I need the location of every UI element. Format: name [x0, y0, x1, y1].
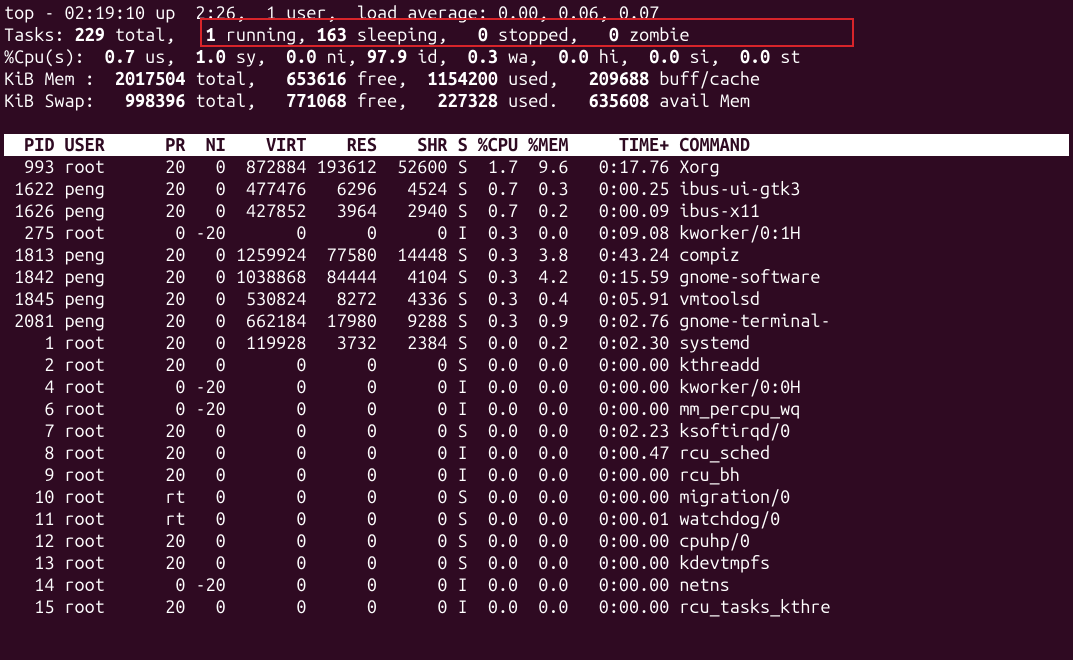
summary-tasks: Tasks: 229 total, 1 running, 163 sleepin…: [4, 24, 1069, 46]
process-row[interactable]: 6 root 0 -20 0 0 0 I 0.0 0.0 0:00.00 mm_…: [4, 398, 1069, 420]
process-row[interactable]: 12 root 20 0 0 0 0 S 0.0 0.0 0:00.00 cpu…: [4, 530, 1069, 552]
process-row[interactable]: 275 root 0 -20 0 0 0 I 0.3 0.0 0:09.08 k…: [4, 222, 1069, 244]
summary-swap: KiB Swap: 998396 total, 771068 free, 227…: [4, 90, 1069, 112]
process-row[interactable]: 1626 peng 20 0 427852 3964 2940 S 0.7 0.…: [4, 200, 1069, 222]
process-row[interactable]: 1842 peng 20 0 1038868 84444 4104 S 0.3 …: [4, 266, 1069, 288]
process-row[interactable]: 8 root 20 0 0 0 0 I 0.0 0.0 0:00.47 rcu_…: [4, 442, 1069, 464]
process-row[interactable]: 9 root 20 0 0 0 0 I 0.0 0.0 0:00.00 rcu_…: [4, 464, 1069, 486]
process-row[interactable]: 13 root 20 0 0 0 0 S 0.0 0.0 0:00.00 kde…: [4, 552, 1069, 574]
process-row[interactable]: 1622 peng 20 0 477476 6296 4524 S 0.7 0.…: [4, 178, 1069, 200]
process-row[interactable]: 7 root 20 0 0 0 0 S 0.0 0.0 0:02.23 ksof…: [4, 420, 1069, 442]
process-row[interactable]: 1813 peng 20 0 1259924 77580 14448 S 0.3…: [4, 244, 1069, 266]
process-row[interactable]: 2 root 20 0 0 0 0 S 0.0 0.0 0:00.00 kthr…: [4, 354, 1069, 376]
summary-mem: KiB Mem : 2017504 total, 653616 free, 11…: [4, 68, 1069, 90]
process-row[interactable]: 993 root 20 0 872884 193612 52600 S 1.7 …: [4, 156, 1069, 178]
summary-line-1: top - 02:19:10 up 2:26, 1 user, load ave…: [4, 2, 1069, 24]
summary-cpu: %Cpu(s): 0.7 us, 1.0 sy, 0.0 ni, 97.9 id…: [4, 46, 1069, 68]
blank-line: [4, 112, 1069, 134]
column-header[interactable]: PID USER PR NI VIRT RES SHR S %CPU %MEM …: [4, 134, 1069, 156]
process-row[interactable]: 15 root 20 0 0 0 0 I 0.0 0.0 0:00.00 rcu…: [4, 596, 1069, 618]
process-row[interactable]: 10 root rt 0 0 0 0 S 0.0 0.0 0:00.00 mig…: [4, 486, 1069, 508]
process-row[interactable]: 2081 peng 20 0 662184 17980 9288 S 0.3 0…: [4, 310, 1069, 332]
terminal-screen: { "summary":{ "line1_pre":"top - ", "tim…: [0, 0, 1073, 660]
process-row[interactable]: 1 root 20 0 119928 3732 2384 S 0.0 0.2 0…: [4, 332, 1069, 354]
process-row[interactable]: 14 root 0 -20 0 0 0 I 0.0 0.0 0:00.00 ne…: [4, 574, 1069, 596]
process-row[interactable]: 11 root rt 0 0 0 0 S 0.0 0.0 0:00.01 wat…: [4, 508, 1069, 530]
process-list[interactable]: 993 root 20 0 872884 193612 52600 S 1.7 …: [4, 156, 1069, 618]
process-row[interactable]: 4 root 0 -20 0 0 0 I 0.0 0.0 0:00.00 kwo…: [4, 376, 1069, 398]
process-row[interactable]: 1845 peng 20 0 530824 8272 4336 S 0.3 0.…: [4, 288, 1069, 310]
